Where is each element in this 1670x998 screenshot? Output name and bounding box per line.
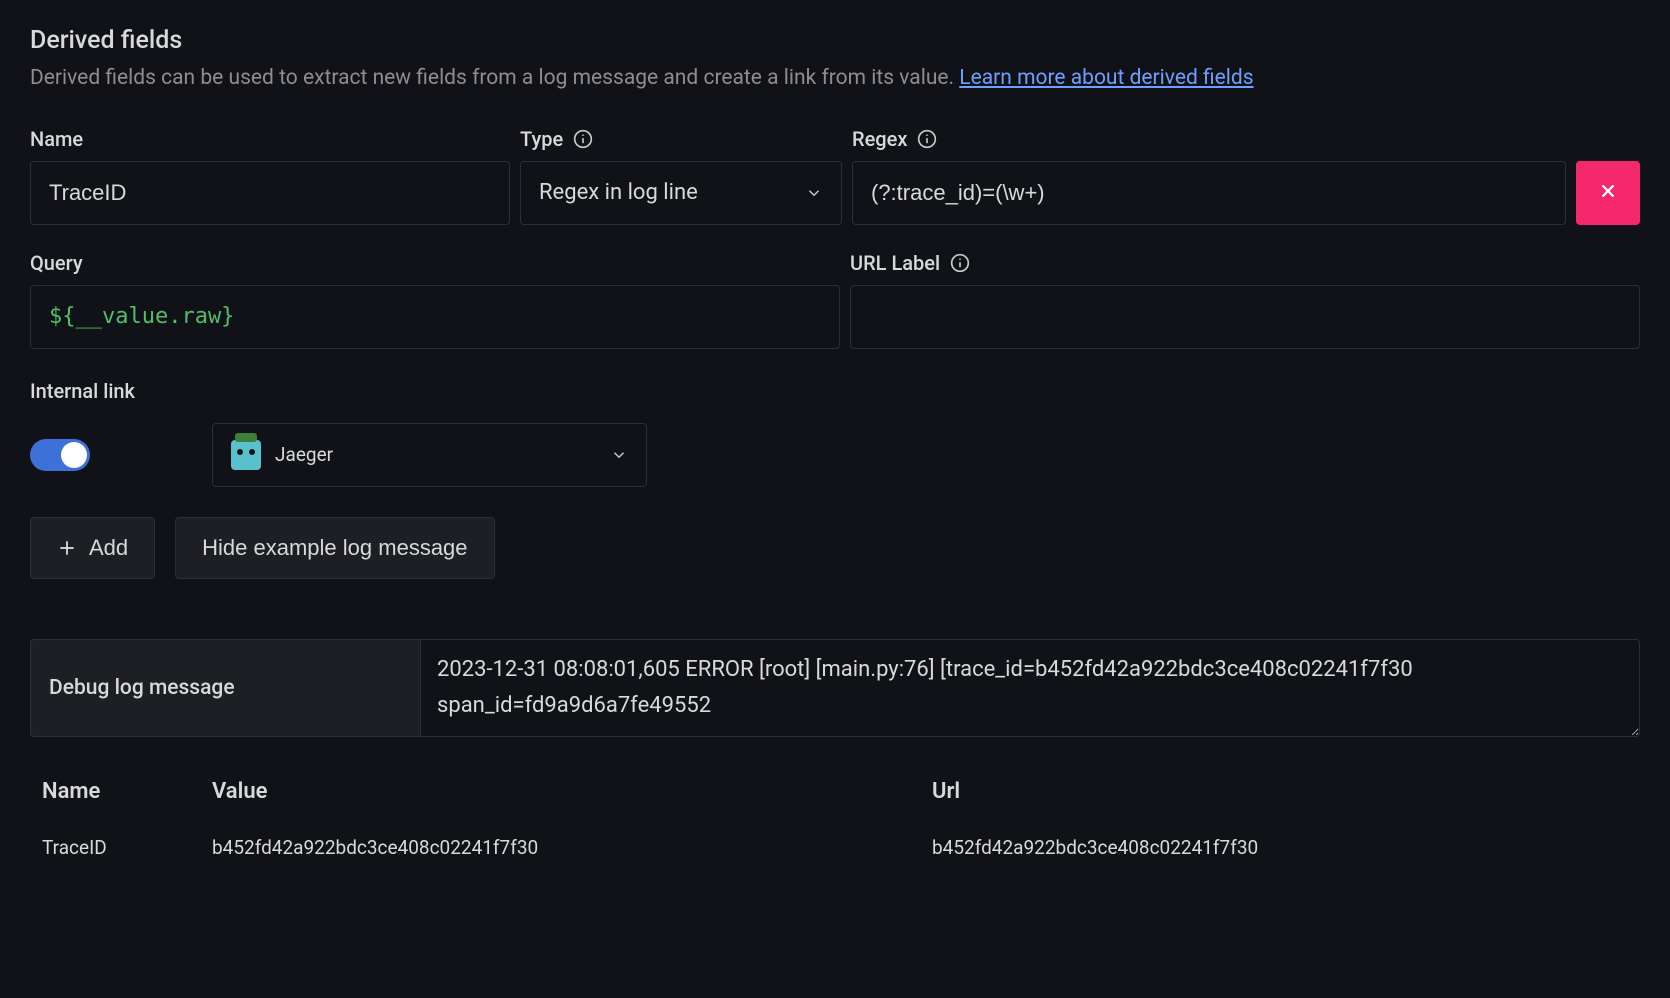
regex-label-text: Regex bbox=[852, 127, 907, 151]
type-select-value: Regex in log line bbox=[539, 180, 698, 205]
url-label-input[interactable] bbox=[850, 285, 1640, 349]
section-description: Derived fields can be used to extract ne… bbox=[30, 63, 1640, 95]
chevron-down-icon bbox=[805, 184, 823, 202]
plus-icon bbox=[57, 538, 77, 558]
debug-log-label: Debug log message bbox=[30, 639, 420, 738]
section-description-text: Derived fields can be used to extract ne… bbox=[30, 66, 959, 90]
toggle-knob bbox=[61, 442, 87, 468]
learn-more-link[interactable]: Learn more about derived fields bbox=[959, 66, 1253, 90]
type-select[interactable]: Regex in log line bbox=[520, 161, 842, 225]
results-table: Name Value Url TraceID b452fd42a922bdc3c… bbox=[30, 763, 1640, 875]
chevron-down-icon bbox=[610, 446, 628, 464]
datasource-value: Jaeger bbox=[275, 443, 333, 466]
query-input[interactable] bbox=[30, 285, 840, 349]
url-label-text: URL Label bbox=[850, 251, 940, 275]
col-header-url: Url bbox=[932, 779, 1628, 804]
regex-label: Regex bbox=[852, 127, 1566, 151]
name-label: Name bbox=[30, 127, 510, 151]
jaeger-icon bbox=[231, 440, 261, 470]
info-icon bbox=[950, 253, 970, 273]
query-label: Query bbox=[30, 251, 840, 275]
datasource-select[interactable]: Jaeger bbox=[212, 423, 647, 487]
add-button[interactable]: Add bbox=[30, 517, 155, 579]
col-header-name: Name bbox=[42, 779, 212, 804]
section-title: Derived fields bbox=[30, 26, 1640, 55]
info-icon bbox=[917, 129, 937, 149]
table-row: TraceID b452fd42a922bdc3ce408c02241f7f30… bbox=[30, 820, 1640, 875]
info-icon bbox=[573, 129, 593, 149]
col-header-value: Value bbox=[212, 779, 932, 804]
hide-example-label: Hide example log message bbox=[202, 535, 467, 561]
cell-url: b452fd42a922bdc3ce408c02241f7f30 bbox=[932, 836, 1628, 859]
debug-log-textarea[interactable] bbox=[420, 639, 1640, 738]
type-label-text: Type bbox=[520, 127, 563, 151]
add-button-label: Add bbox=[89, 535, 128, 561]
cell-name: TraceID bbox=[42, 836, 212, 859]
internal-link-toggle[interactable] bbox=[30, 439, 90, 471]
close-icon bbox=[1597, 180, 1619, 205]
cell-value: b452fd42a922bdc3ce408c02241f7f30 bbox=[212, 836, 932, 859]
hide-example-button[interactable]: Hide example log message bbox=[175, 517, 494, 579]
regex-input[interactable] bbox=[852, 161, 1566, 225]
name-input[interactable] bbox=[30, 161, 510, 225]
url-label-label: URL Label bbox=[850, 251, 1640, 275]
type-label: Type bbox=[520, 127, 842, 151]
internal-link-label: Internal link bbox=[30, 379, 1640, 403]
delete-button[interactable] bbox=[1576, 161, 1640, 225]
